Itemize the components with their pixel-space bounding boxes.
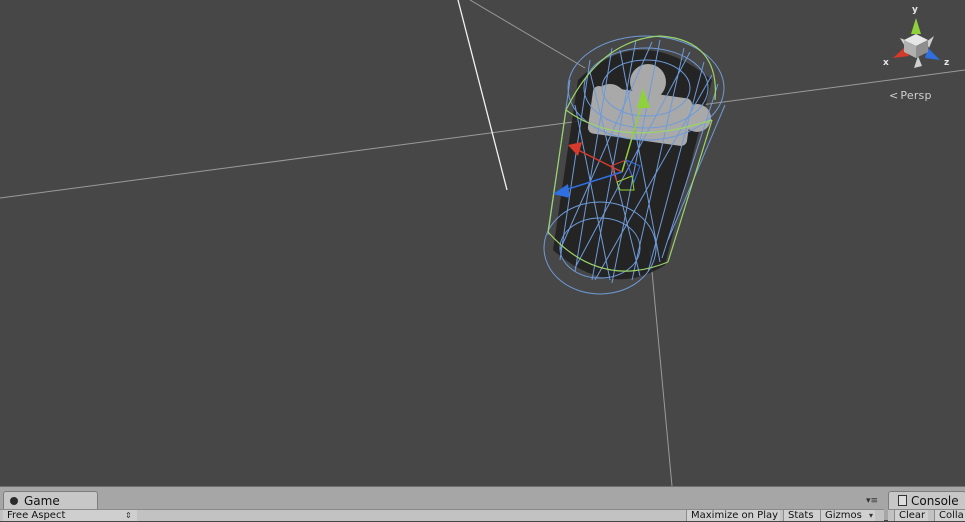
console-icon [898,495,907,506]
grid-line [469,0,586,69]
clear-button[interactable]: Clear [894,510,928,521]
collapse-toggle[interactable]: Colla [934,510,965,521]
grid-line [649,249,673,486]
dropdown-arrow-icon: ▾ [869,511,874,520]
gizmos-dropdown[interactable]: Gizmos [820,510,875,521]
grid-line [0,69,965,199]
console-toolbar: Clear Colla [888,509,965,521]
scene-canvas[interactable] [0,0,965,486]
projection-label: Persp [900,89,932,102]
panel-menu-icon[interactable]: ▾≡ [866,497,878,506]
dropdown-arrow-icon: ⇕ [125,511,132,520]
capsule-object[interactable] [543,35,726,295]
game-toolbar: Free Aspect ⇕ Maximize on Play Stats Giz… [0,509,884,521]
z-axis-arrow-icon[interactable] [553,184,570,198]
camera-frustum-line [457,0,508,191]
bottom-panels: Game ▾≡ Console Free Aspect ⇕ Maximize o… [0,486,965,521]
scene-view[interactable]: y x z < Persp [0,0,965,486]
aspect-dropdown[interactable]: Free Aspect [3,510,137,521]
stats-toggle[interactable]: Stats [783,510,822,521]
projection-toggle[interactable]: < Persp [889,89,932,102]
gizmo-z-label: z [944,58,950,68]
gizmo-x-label: x [883,58,889,68]
tab-game[interactable]: Game [3,491,98,510]
tab-console-label: Console [911,494,959,508]
orientation-gizmo[interactable] [893,18,940,68]
gizmo-y-label: y [912,5,918,15]
chevron-left-icon: < [889,89,899,102]
tab-console[interactable]: Console [888,491,965,510]
maximize-on-play-toggle[interactable]: Maximize on Play [686,510,780,521]
game-icon [10,497,18,505]
tab-game-label: Game [24,494,60,508]
